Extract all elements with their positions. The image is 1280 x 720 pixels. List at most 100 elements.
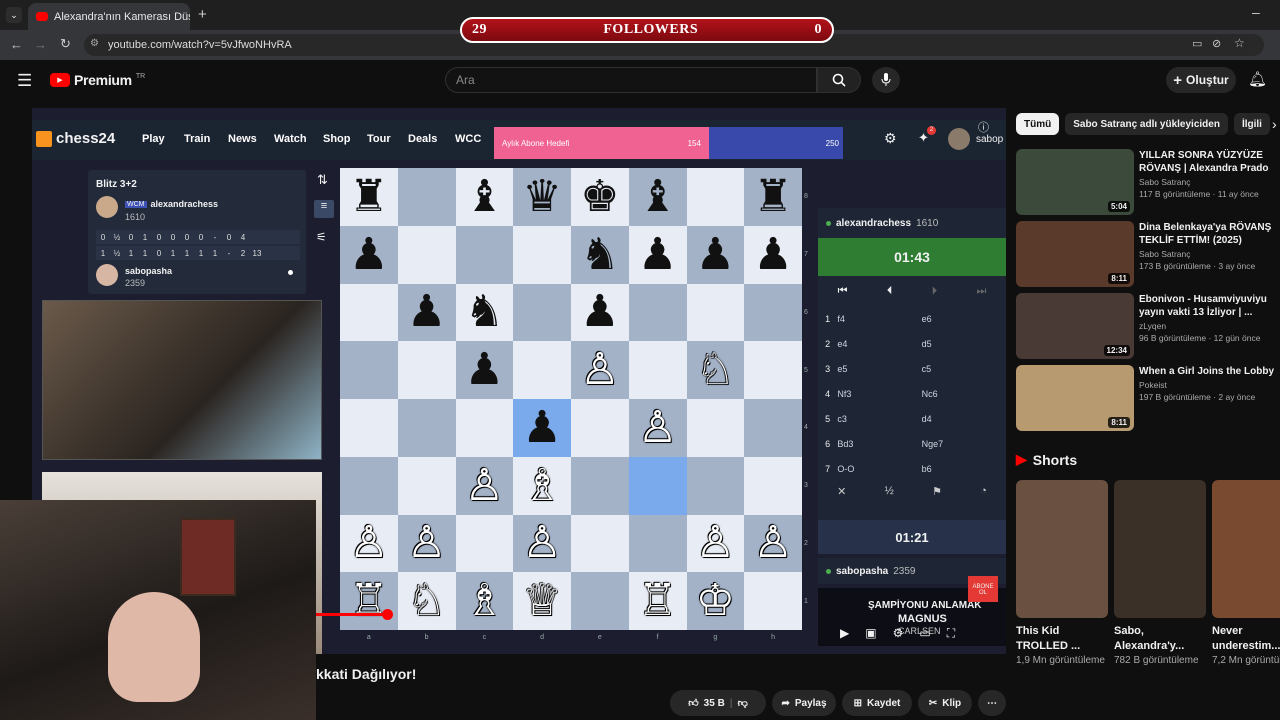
square-c2[interactable]	[455, 514, 514, 573]
square-d3[interactable]: ♗	[513, 456, 571, 515]
white-pawn-icon[interactable]: ♙	[638, 405, 677, 450]
move-row[interactable]: 7 O-O b6	[818, 456, 1006, 476]
square-e6[interactable]: ♟	[571, 283, 629, 342]
more-actions-button[interactable]: ⋯	[978, 690, 1006, 716]
info-icon[interactable]: ⓘ	[978, 119, 989, 135]
white-rook-icon[interactable]: ♖	[638, 579, 677, 623]
chess24-nav-wcc[interactable]: WCC	[455, 133, 481, 145]
flip-board-icon[interactable]: ⇅	[317, 172, 328, 188]
square-f5[interactable]	[628, 341, 687, 399]
minimize-icon[interactable]: –	[1252, 4, 1260, 20]
move-row[interactable]: 6 Bd3 Nge7	[818, 431, 1006, 456]
square-f2[interactable]	[628, 514, 687, 573]
short-item[interactable]: This Kid TROLLED ... 1,9 Mn görüntüleme	[1016, 480, 1108, 668]
chess24-nav-play[interactable]: Play	[142, 133, 165, 145]
square-g3[interactable]	[686, 456, 745, 515]
notifications-bell-icon[interactable]: 🔔︎	[1248, 70, 1267, 88]
square-b6[interactable]: ♟	[397, 283, 456, 342]
square-e8[interactable]: ♚	[571, 168, 629, 226]
square-a5[interactable]	[340, 341, 398, 399]
white-king-icon[interactable]: ♔	[696, 579, 735, 623]
square-h3[interactable]	[744, 456, 802, 515]
chess24-nav-tour[interactable]: Tour	[367, 133, 391, 145]
reload-icon[interactable]: ↻	[60, 36, 71, 52]
square-f6[interactable]	[628, 283, 687, 342]
black-pawn-icon[interactable]: ♟	[407, 290, 446, 334]
video-thumbnail[interactable]: 12:34	[1016, 293, 1134, 359]
share-button[interactable]: ➦ Paylaş	[772, 690, 836, 716]
square-d6[interactable]	[513, 283, 571, 342]
dislike-icon[interactable]: 👎︎	[738, 697, 748, 709]
short-item[interactable]: Sabo, Alexandra'y... 782 B görüntüleme	[1114, 480, 1206, 668]
subscribe-overlay-button[interactable]: ABONE OL	[968, 576, 998, 602]
square-c1[interactable]: ♗	[455, 572, 514, 630]
square-g6[interactable]	[686, 283, 745, 342]
square-g1[interactable]: ♔	[686, 572, 745, 630]
subtitles-icon[interactable]: ▣	[865, 626, 876, 641]
chips-next-icon[interactable]: ›	[1272, 116, 1277, 132]
video-thumbnail[interactable]: 5:04	[1016, 149, 1134, 215]
move-row[interactable]: 2 e4 d5	[818, 331, 1006, 356]
white-pawn-icon[interactable]: ♙	[349, 521, 388, 565]
square-g8[interactable]	[686, 168, 745, 226]
short-title[interactable]: This Kid TROLLED ...	[1016, 624, 1108, 654]
progress-scrubber[interactable]	[382, 609, 393, 620]
next-move-icon[interactable]: ⏵	[932, 285, 938, 298]
square-c6[interactable]: ♞	[455, 283, 514, 342]
square-d8[interactable]: ♛	[513, 168, 571, 226]
white-pawn-icon[interactable]: ♙	[696, 521, 735, 565]
search-button[interactable]	[817, 67, 861, 93]
square-b2[interactable]: ♙	[397, 514, 456, 573]
video-title[interactable]: When a Girl Joins the Lobby	[1139, 365, 1279, 378]
miniplayer-icon[interactable]: ▭	[919, 626, 930, 641]
square-g7[interactable]: ♟	[686, 225, 745, 284]
resign-icon[interactable]: ✕	[837, 485, 846, 498]
square-d2[interactable]: ♙	[513, 514, 571, 573]
settings-icon[interactable]: ⚙	[893, 626, 904, 641]
square-b1[interactable]: ♘	[397, 572, 456, 630]
white-knight-icon[interactable]: ♘	[696, 348, 735, 392]
square-a1[interactable]: ♖	[340, 572, 398, 630]
video-thumbnail[interactable]: 8:11	[1016, 365, 1134, 431]
square-e5[interactable]: ♙	[571, 341, 629, 399]
like-count[interactable]: 35 B	[704, 698, 725, 709]
first-move-icon[interactable]: ⏮	[838, 285, 848, 298]
play-icon[interactable]: ▶	[840, 626, 849, 641]
white-pawn-icon[interactable]: ♙	[580, 348, 619, 392]
square-f8[interactable]: ♝	[628, 168, 687, 226]
square-e4[interactable]	[571, 399, 629, 457]
black-pawn-icon[interactable]: ♟	[465, 348, 504, 392]
square-b7[interactable]	[397, 225, 456, 284]
move-row[interactable]: 3 e5 c5	[818, 356, 1006, 381]
square-a4[interactable]	[340, 399, 398, 457]
black-pawn-icon[interactable]: ♟	[580, 290, 619, 334]
create-button[interactable]: + Oluştur	[1166, 67, 1236, 93]
square-f3[interactable]	[628, 456, 687, 515]
recommendation-item[interactable]: 12:34 Ebonivon - Husamviyuviyu yayın vakt…	[1016, 293, 1280, 365]
short-title[interactable]: Never underestim...	[1212, 624, 1280, 654]
short-thumbnail[interactable]	[1016, 480, 1108, 618]
clip-button[interactable]: ✂ Klip	[918, 690, 972, 716]
black-pawn-icon[interactable]: ♟	[753, 232, 792, 277]
recommendation-item[interactable]: 8:11 Dina Belenkaya'ya RÖVANŞ TEKLİF ETTİ…	[1016, 221, 1280, 293]
square-c7[interactable]	[455, 225, 514, 284]
square-a2[interactable]: ♙	[340, 514, 398, 573]
chess24-nav-watch[interactable]: Watch	[274, 133, 307, 145]
white-pawn-icon[interactable]: ♙	[465, 463, 504, 508]
black-pawn-icon[interactable]: ♟	[349, 232, 388, 277]
forward-icon[interactable]: →	[34, 37, 47, 52]
black-queen-icon[interactable]: ♛	[522, 174, 561, 219]
chess-board[interactable]: ♜ ♝ ♛ ♚ ♝ ♜ ♟ ♞ ♟ ♟ ♟ ♟ ♞ ♟ ♟ ♙ ♘ ♟ ♙ ♙ ♗ ♙ ♙ ♙ ♙ ♙ ♖ ♘ ♗ ♕ ♖ ♔	[340, 168, 802, 630]
like-icon[interactable]: 👍︎	[688, 697, 698, 709]
channel-name[interactable]: Sabo Satranç	[1139, 177, 1279, 187]
square-c8[interactable]: ♝	[455, 168, 514, 226]
square-c3[interactable]: ♙	[455, 456, 514, 515]
square-a6[interactable]	[340, 283, 398, 342]
flag-icon[interactable]: ⚑	[932, 485, 942, 498]
browser-tab[interactable]: Alexandra'nın Kamerası Düşünc ✕	[28, 3, 190, 30]
recommendation-item[interactable]: 5:04 YILLAR SONRA YÜZYÜZE RÖVANŞ | Alexan…	[1016, 149, 1280, 221]
search-input[interactable]: Ara	[445, 67, 817, 93]
short-thumbnail[interactable]	[1212, 480, 1280, 618]
chess24-nav-train[interactable]: Train	[184, 133, 210, 145]
short-item[interactable]: Never underestim...7,2 Mn görüntüleme	[1212, 480, 1280, 668]
